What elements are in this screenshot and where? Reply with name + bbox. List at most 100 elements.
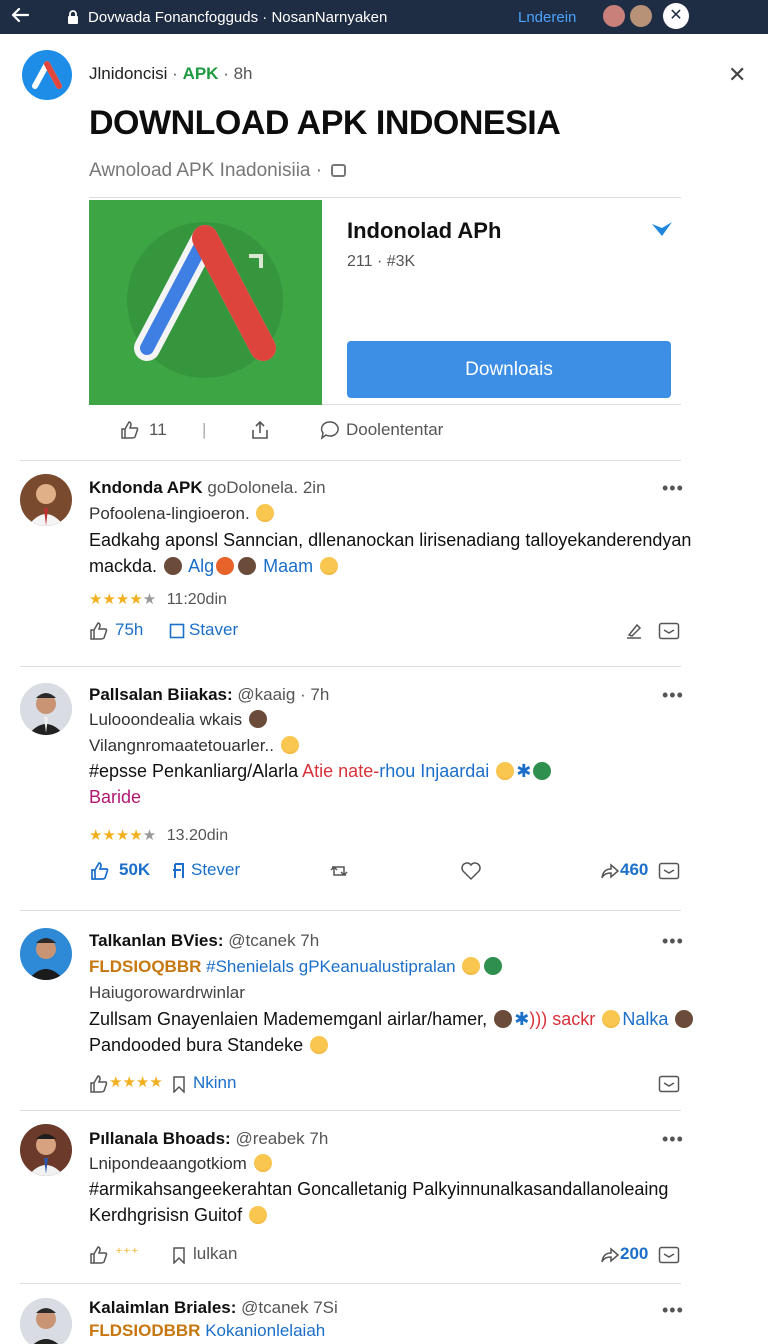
author-name[interactable]: Pallsalan Biiakas:	[89, 685, 233, 704]
like-button[interactable]: 75h	[89, 620, 143, 641]
share-button[interactable]: 200	[600, 1244, 648, 1264]
star-icon: ★★★★	[89, 827, 143, 844]
message-icon[interactable]	[658, 1073, 680, 1093]
mention-link[interactable]: Nalka	[622, 1009, 668, 1029]
author-handle[interactable]: @tcanek 7h	[228, 931, 319, 950]
smile-emoji-icon	[280, 736, 299, 754]
rating-text: 13.20din	[166, 827, 229, 844]
author-handle[interactable]: @tcanek 7Si	[241, 1298, 338, 1317]
topbar-link[interactable]: Lnderein	[518, 9, 576, 26]
body-line: #epsse Penkanliarg/Alarla Atie nate-rhou…	[89, 758, 553, 784]
brand-logo[interactable]	[22, 50, 72, 100]
page-title: DOWNLOAD APK INDONESIA	[89, 104, 561, 142]
like-button[interactable]: ⁺⁺⁺	[89, 1244, 139, 1265]
save-label: Staver	[189, 620, 239, 639]
bookmark-plus-icon	[173, 862, 184, 878]
author-handle[interactable]: @kaaig · 7h	[237, 685, 329, 704]
separator: |	[202, 420, 207, 439]
tag-label: FLDSIODBBR	[89, 1321, 201, 1340]
author-name[interactable]: Pıllanala Bhoads:	[89, 1129, 231, 1148]
avatar[interactable]	[628, 3, 654, 29]
body-text: Pandooded bura Standeke	[89, 1035, 304, 1055]
like-button[interactable]: 11	[120, 418, 167, 442]
person-emoji-icon	[533, 762, 552, 780]
person-emoji-icon	[484, 957, 503, 975]
tag-label: FLDSIOQBBR	[89, 957, 202, 976]
bookmark-button[interactable]: lulkan	[171, 1244, 237, 1264]
hashtag-link[interactable]: #Shenielals gPKeanualustipralan	[206, 957, 456, 976]
share-arrow-icon	[601, 862, 620, 879]
thumb-up-icon	[90, 1245, 108, 1264]
smile-emoji-icon	[462, 957, 481, 975]
body-text: mackda.	[89, 556, 158, 576]
author-name[interactable]: Talkanlan BVies:	[89, 931, 223, 950]
more-icon[interactable]: •••	[662, 478, 684, 499]
avatar[interactable]	[601, 3, 627, 29]
app-card[interactable]: Indonolad APh 211 · #3K Downloais	[89, 197, 681, 405]
avatar[interactable]	[20, 1298, 72, 1344]
hashtag-link[interactable]: Baride	[89, 784, 553, 810]
hashtag-link[interactable]: Alg	[188, 556, 214, 576]
star-icon: ✱	[514, 1009, 530, 1029]
app-image[interactable]	[89, 200, 322, 405]
hashtag-link[interactable]: sackr	[552, 1009, 595, 1029]
close-icon[interactable]: ✕	[663, 3, 689, 29]
waves-icon: )))	[529, 1009, 548, 1029]
save-label: Stever	[191, 860, 241, 879]
avatar[interactable]	[20, 928, 72, 980]
share-button[interactable]	[250, 418, 270, 442]
message-icon[interactable]	[658, 860, 680, 880]
post-body: Zullsam Gnayenlaien Madememganl airlar/h…	[89, 1006, 695, 1058]
more-icon[interactable]: •••	[662, 1129, 684, 1150]
share-count: 200	[620, 1244, 649, 1263]
avatar[interactable]	[20, 683, 72, 735]
subline-text: Lnipondeaangotkiom	[89, 1154, 247, 1173]
save-button[interactable]: Staver	[169, 620, 238, 640]
close-post-icon[interactable]: ✕	[728, 62, 746, 88]
person-emoji-icon	[238, 557, 257, 575]
heart-icon[interactable]	[460, 860, 482, 881]
share-button[interactable]: 460	[600, 860, 648, 880]
post-actions: 50K Stever 460	[89, 860, 681, 884]
person-emoji-icon	[248, 710, 267, 728]
bookmark-button[interactable]: Nkinn	[171, 1073, 236, 1093]
thumb-up-icon	[121, 421, 139, 439]
author-handle[interactable]: goDolonela. 2in	[207, 478, 325, 497]
more-icon[interactable]: •••	[662, 1300, 684, 1321]
like-button[interactable]: 50K	[89, 860, 150, 881]
subtitle-text: Awnoload APK Inadonisiia ·	[89, 160, 323, 181]
author-handle[interactable]: @reabek 7h	[235, 1129, 328, 1148]
repost-icon[interactable]	[329, 860, 349, 881]
body-line: Zullsam Gnayenlaien Madememganl airlar/h…	[89, 1006, 695, 1032]
avatar[interactable]	[20, 1124, 72, 1176]
source-name[interactable]: Jlnidoncisi	[89, 64, 167, 83]
hashtag-link[interactable]: Kokanionlelaiah	[205, 1321, 325, 1340]
divider	[20, 1110, 681, 1111]
mention-link[interactable]: Maam	[263, 556, 313, 576]
person-emoji-icon	[164, 557, 183, 575]
hashtag-link[interactable]: rhou Injaardai	[379, 761, 489, 781]
body-text: Kerdhgrisisn Guitof	[89, 1205, 243, 1225]
subline-text: Pofoolena-lingioeron.	[89, 504, 250, 523]
back-arrow-icon[interactable]	[0, 6, 40, 29]
more-icon[interactable]: •••	[662, 685, 684, 706]
save-button[interactable]: Stever	[171, 860, 240, 880]
edit-icon[interactable]	[624, 620, 644, 641]
more-icon[interactable]: •••	[662, 931, 684, 952]
smile-emoji-icon	[256, 504, 275, 522]
app-name[interactable]: Indonolad APh	[347, 218, 501, 244]
message-icon[interactable]	[658, 620, 680, 640]
download-button[interactable]: Downloais	[347, 341, 671, 398]
url-text[interactable]: Dovwada Fonancfogguds · NosanNarnyaken	[88, 9, 387, 26]
author-name[interactable]: Kalaimlan Briales:	[89, 1298, 236, 1317]
author-name[interactable]: Kndonda APK	[89, 478, 203, 497]
avatar[interactable]	[20, 474, 72, 526]
like-button[interactable]: ★★★★	[89, 1073, 163, 1094]
message-icon[interactable]	[658, 1244, 680, 1264]
body-line: Kerdhgrisisn Guitof	[89, 1202, 668, 1228]
bookmark-icon	[169, 623, 185, 638]
wink-emoji-icon	[320, 557, 339, 575]
comment-button[interactable]: Doolententar	[320, 418, 443, 442]
hashtag-link[interactable]: Atie nate-	[302, 761, 379, 781]
post-header: Kalaimlan Briales: @tcanek 7Si	[89, 1298, 338, 1318]
